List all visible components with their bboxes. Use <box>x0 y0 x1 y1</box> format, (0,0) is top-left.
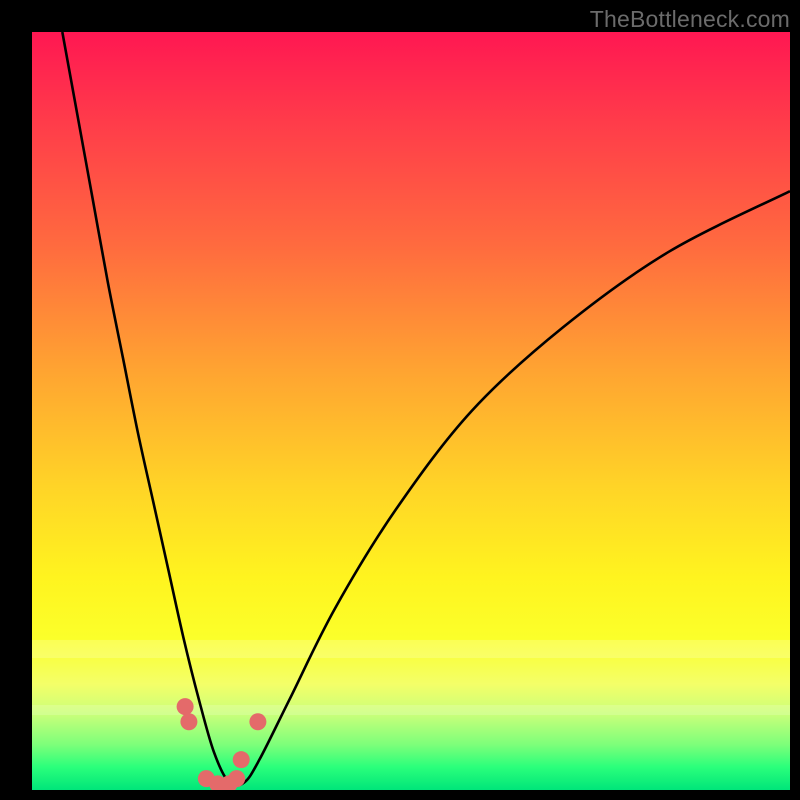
chart-gradient-background <box>32 32 790 790</box>
attribution-label: TheBottleneck.com <box>590 6 790 33</box>
chart-frame: TheBottleneck.com <box>0 0 800 800</box>
